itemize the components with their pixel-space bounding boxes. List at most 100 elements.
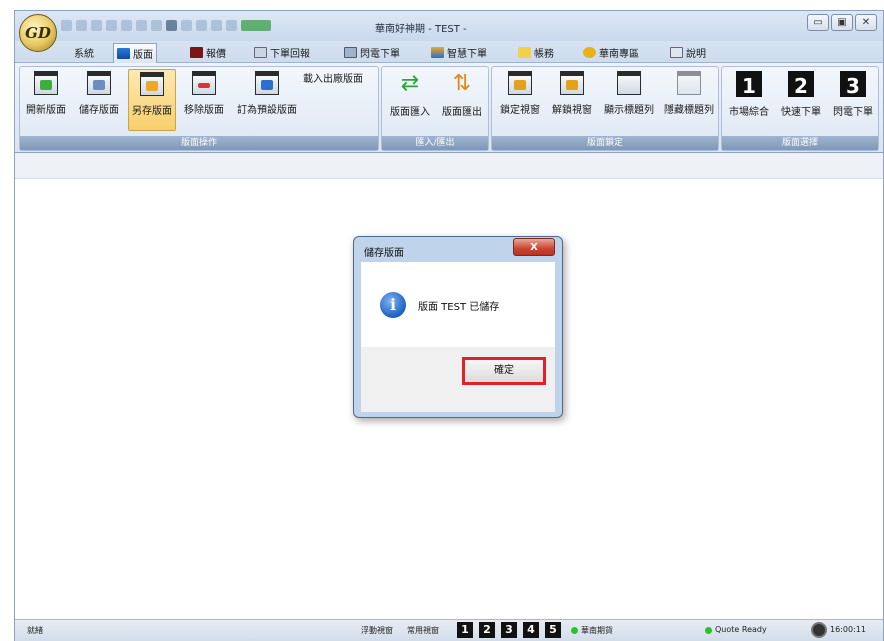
unlock-icon bbox=[560, 71, 584, 95]
common-window-button[interactable]: 常用視窗 bbox=[407, 625, 439, 636]
qat-icon[interactable] bbox=[136, 20, 147, 31]
close-window-button[interactable]: ✕ bbox=[855, 14, 877, 31]
qat-green-icon[interactable] bbox=[241, 20, 271, 31]
float-window-button[interactable]: 浮動視窗 bbox=[361, 625, 393, 636]
button-label: 解鎖視窗 bbox=[552, 105, 592, 116]
caption-buttons: ▭ ▣ ✕ bbox=[807, 14, 877, 31]
group-label: 版面選擇 bbox=[722, 136, 878, 150]
button-label: 隱藏標題列 bbox=[664, 105, 714, 116]
tab-order-report[interactable]: 下單回報 bbox=[251, 44, 313, 61]
up-down-arrows-icon: ⇅ bbox=[452, 71, 472, 96]
qat-icon[interactable] bbox=[151, 20, 162, 31]
save-layout-button[interactable]: 儲存版面 bbox=[76, 69, 122, 131]
qat-icon[interactable] bbox=[166, 20, 177, 31]
qat-undo-icon[interactable] bbox=[61, 20, 72, 31]
qat-icon[interactable] bbox=[196, 20, 207, 31]
ok-button[interactable]: 確定 bbox=[462, 357, 546, 385]
layout-select-2-button[interactable]: 2 快速下單 bbox=[776, 69, 826, 131]
status-layout-3-button[interactable]: 3 bbox=[501, 622, 517, 638]
tab-label: 帳務 bbox=[534, 49, 554, 60]
tab-label: 系統 bbox=[74, 49, 94, 60]
save-as-layout-button[interactable]: 另存版面 bbox=[128, 69, 176, 131]
tab-help[interactable]: 說明 bbox=[667, 44, 709, 61]
qat-icon[interactable] bbox=[106, 20, 117, 31]
dialog-footer: 確定 bbox=[361, 347, 555, 412]
tab-smart-order[interactable]: 智慧下單 bbox=[428, 44, 490, 61]
group-layout-select: 1 市場綜合 2 快速下單 3 閃電下單 版面選擇 bbox=[721, 66, 879, 151]
toolstrip bbox=[15, 153, 883, 179]
qat-icon[interactable] bbox=[211, 20, 222, 31]
new-layout-button[interactable]: 開新版面 bbox=[24, 69, 68, 131]
status-layout-5-button[interactable]: 5 bbox=[545, 622, 561, 638]
dialog-message: 版面 TEST 已儲存 bbox=[418, 302, 500, 313]
qat-redo-icon[interactable] bbox=[76, 20, 87, 31]
ribbon: 開新版面 儲存版面 另存版面 移除版面 訂為預設版面 載入出廠版面 版面操作 ⇄… bbox=[15, 63, 883, 153]
tab-label: 說明 bbox=[686, 49, 706, 60]
minimize-button[interactable]: ▭ bbox=[807, 14, 829, 31]
tab-label: 華南專區 bbox=[599, 49, 639, 60]
load-factory-layout-button[interactable]: 載入出廠版面 bbox=[303, 70, 363, 85]
tab-system[interactable]: 系統 bbox=[71, 44, 97, 61]
qat-icon[interactable] bbox=[181, 20, 192, 31]
dialog-body: i 版面 TEST 已儲存 bbox=[361, 262, 555, 347]
button-label: 快速下單 bbox=[781, 107, 821, 118]
status-layout-4-button[interactable]: 4 bbox=[523, 622, 539, 638]
qat-icon[interactable] bbox=[121, 20, 132, 31]
tab-layout[interactable]: 版面 bbox=[113, 43, 157, 63]
status-text: 就緒 bbox=[27, 626, 43, 635]
group-label: 版面操作 bbox=[20, 136, 378, 150]
remove-layout-button[interactable]: 移除版面 bbox=[180, 69, 228, 131]
window-title: 華南好神期 - TEST - bbox=[375, 24, 467, 35]
hide-titlebar-icon bbox=[677, 71, 701, 95]
tab-account[interactable]: 帳務 bbox=[515, 44, 557, 61]
dialog-close-button[interactable]: X bbox=[513, 238, 555, 256]
number-2-icon: 2 bbox=[788, 71, 814, 98]
refresh-arrows-icon: ⇄ bbox=[400, 71, 420, 96]
tab-hua-nan-zone[interactable]: 華南專區 bbox=[580, 44, 642, 61]
maximize-button[interactable]: ▣ bbox=[831, 14, 853, 31]
info-icon: i bbox=[380, 292, 406, 318]
import-layout-button[interactable]: ⇄ 版面匯入 bbox=[386, 69, 434, 131]
qat-icon[interactable] bbox=[91, 20, 102, 31]
lightning-order-icon bbox=[344, 47, 357, 58]
lock-window-button[interactable]: 鎖定視窗 bbox=[495, 69, 545, 131]
button-label: 版面匯入 bbox=[390, 107, 430, 118]
button-label: 閃電下單 bbox=[833, 107, 873, 118]
button-label: 儲存版面 bbox=[79, 105, 119, 116]
tab-lightning-order[interactable]: 閃電下單 bbox=[341, 44, 403, 61]
export-layout-button[interactable]: ⇅ 版面匯出 bbox=[438, 69, 486, 131]
button-label: 移除版面 bbox=[184, 105, 224, 116]
group-import-export: ⇄ 版面匯入 ⇅ 版面匯出 匯入/匯出 bbox=[381, 66, 489, 151]
account-icon bbox=[518, 47, 531, 58]
show-titlebar-button[interactable]: 顯示標題列 bbox=[600, 69, 658, 131]
remove-layout-icon bbox=[192, 71, 216, 95]
show-titlebar-icon bbox=[617, 71, 641, 95]
group-layout-lock: 鎖定視窗 解鎖視窗 顯示標題列 隱藏標題列 版面鎖定 bbox=[491, 66, 719, 151]
app-orb-logo[interactable]: GD bbox=[19, 14, 57, 52]
qat-icon[interactable] bbox=[226, 20, 237, 31]
hide-titlebar-button[interactable]: 隱藏標題列 bbox=[660, 69, 718, 131]
smart-order-icon bbox=[431, 47, 444, 58]
tab-label: 閃電下單 bbox=[360, 49, 400, 60]
number-1-icon: 1 bbox=[736, 71, 762, 98]
tab-quote[interactable]: 報價 bbox=[187, 44, 229, 61]
save-layout-dialog: 儲存版面 X i 版面 TEST 已儲存 確定 bbox=[353, 236, 563, 418]
button-label: 另存版面 bbox=[132, 106, 172, 117]
layout-select-1-button[interactable]: 1 市場綜合 bbox=[724, 69, 774, 131]
quote-status-text: Quote Ready bbox=[715, 625, 767, 634]
status-layout-1-button[interactable]: 1 bbox=[457, 622, 473, 638]
set-default-layout-button[interactable]: 訂為預設版面 bbox=[234, 69, 300, 131]
layout-select-3-button[interactable]: 3 閃電下單 bbox=[828, 69, 878, 131]
help-icon bbox=[670, 47, 683, 58]
save-layout-icon bbox=[87, 71, 111, 95]
tab-label: 下單回報 bbox=[270, 49, 310, 60]
unlock-window-button[interactable]: 解鎖視窗 bbox=[547, 69, 597, 131]
tab-label: 報價 bbox=[206, 49, 226, 60]
clock-time: 16:00:11 bbox=[830, 625, 866, 634]
layout-icon bbox=[117, 48, 130, 59]
tab-label: 智慧下單 bbox=[447, 49, 487, 60]
clock-icon bbox=[811, 622, 827, 638]
button-label: 鎖定視窗 bbox=[500, 105, 540, 116]
status-layout-2-button[interactable]: 2 bbox=[479, 622, 495, 638]
menu-bar: 系統 版面 報價 下單回報 閃電下單 智慧下單 帳務 華南專區 說明 bbox=[15, 41, 883, 63]
